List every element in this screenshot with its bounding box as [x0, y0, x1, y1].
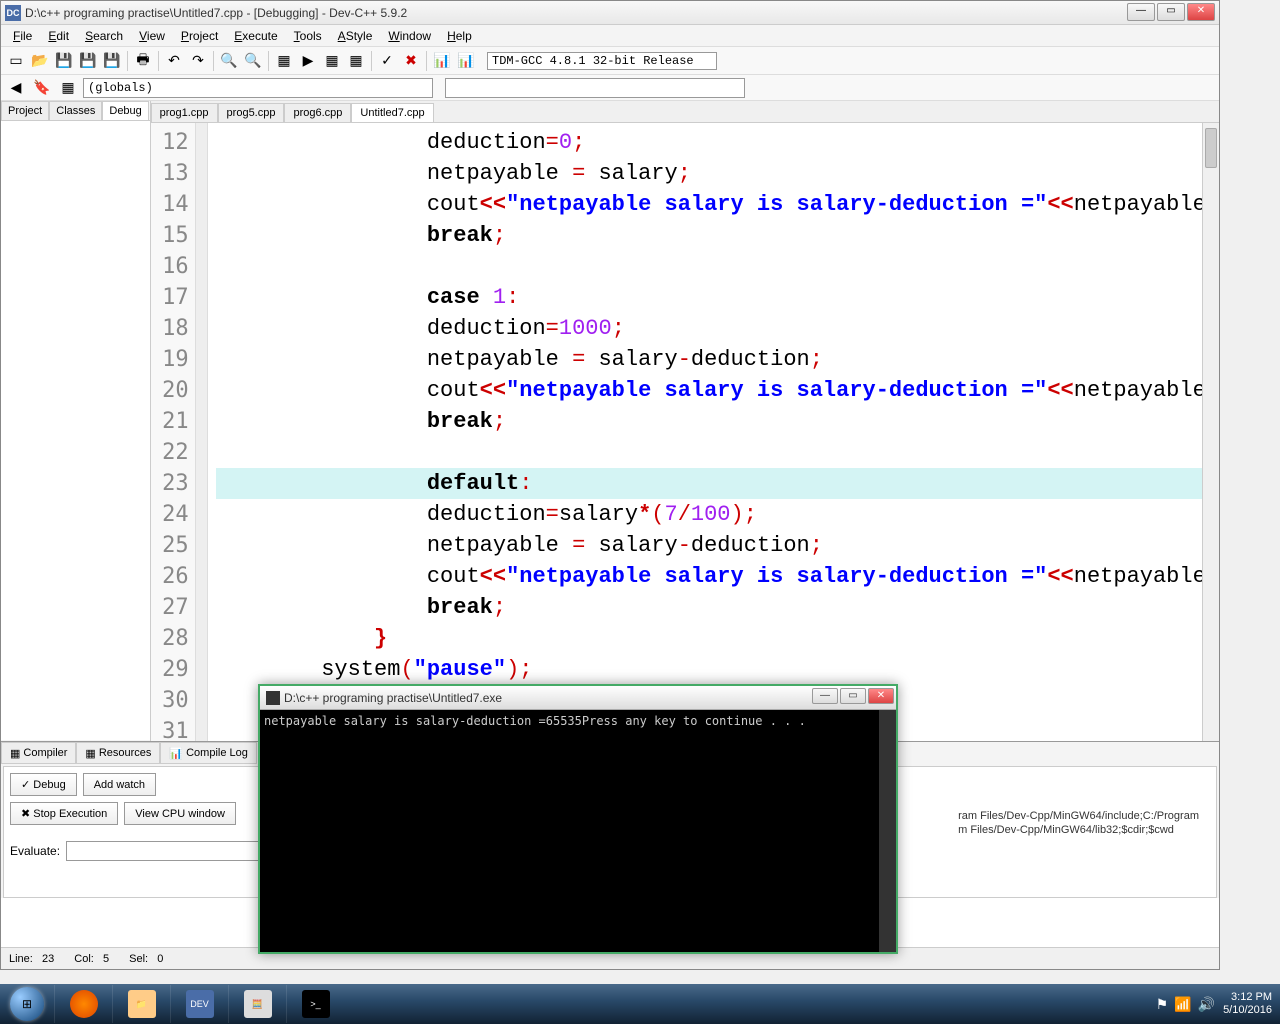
console-window[interactable]: D:\c++ programing practise\Untitled7.exe…	[258, 684, 898, 954]
filetab-prog1-cpp[interactable]: prog1.cpp	[151, 103, 218, 122]
goto-icon[interactable]: ▦	[57, 77, 79, 99]
system-tray[interactable]: ⚑ 📶 🔊 3:12 PM 5/10/2016	[1156, 991, 1280, 1017]
open-icon[interactable]: 📂	[29, 50, 51, 72]
replace-icon[interactable]: 🔍	[242, 50, 264, 72]
menu-astyle[interactable]: AStyle	[330, 27, 381, 45]
menu-search[interactable]: Search	[77, 27, 131, 45]
new-file-icon[interactable]: ▭	[5, 50, 27, 72]
sidetab-project[interactable]: Project	[1, 101, 49, 120]
app-icon: DC	[5, 5, 21, 21]
debug-add-watch[interactable]: Add watch	[83, 773, 156, 796]
save-as-icon[interactable]: 💾	[101, 50, 123, 72]
log-text: ram Files/Dev-Cpp/MinGW64/include;C:/Pro…	[958, 809, 1199, 837]
task-explorer[interactable]: 📁	[112, 985, 170, 1023]
bookmark-icon[interactable]: 🔖	[31, 77, 53, 99]
compile-icon[interactable]: ▦	[273, 50, 295, 72]
profile-icon[interactable]: 📊	[431, 50, 453, 72]
debug---debug[interactable]: ✓ Debug	[10, 773, 77, 796]
console-close-button[interactable]: ✕	[868, 688, 894, 704]
editor-area: prog1.cppprog5.cppprog6.cppUntitled7.cpp…	[151, 101, 1219, 741]
close-button[interactable]: ✕	[1187, 3, 1215, 21]
toolbar-secondary: ◀ 🔖 ▦	[1, 75, 1219, 101]
scope-combo[interactable]	[83, 78, 433, 98]
run-icon[interactable]: ▶	[297, 50, 319, 72]
toolbar-main: ▭ 📂 💾 💾 💾 🖶 ↶ ↷ 🔍 🔍 ▦ ▶ ▦ ▦ ✓ ✖ 📊 📊	[1, 47, 1219, 75]
menu-tools[interactable]: Tools	[286, 27, 330, 45]
debug-icon[interactable]: ✓	[376, 50, 398, 72]
evaluate-input[interactable]	[66, 841, 266, 861]
sidetab-debug[interactable]: Debug	[102, 101, 148, 120]
menubar: FileEditSearchViewProjectExecuteToolsASt…	[1, 25, 1219, 47]
menu-edit[interactable]: Edit	[40, 27, 77, 45]
tray-flag-icon[interactable]: ⚑	[1156, 996, 1169, 1013]
task-calc[interactable]: 🧮	[228, 985, 286, 1023]
filetab-prog5-cpp[interactable]: prog5.cpp	[218, 103, 285, 122]
menu-help[interactable]: Help	[439, 27, 480, 45]
debug-view-cpu-window[interactable]: View CPU window	[124, 802, 236, 825]
bottomtab-compiler[interactable]: ▦Compiler	[1, 742, 76, 764]
vertical-scrollbar[interactable]	[1202, 123, 1219, 741]
menu-window[interactable]: Window	[380, 27, 439, 45]
compiler-select[interactable]	[487, 52, 717, 70]
profile2-icon[interactable]: 📊	[455, 50, 477, 72]
compile-run-icon[interactable]: ▦	[321, 50, 343, 72]
menu-project[interactable]: Project	[173, 27, 226, 45]
console-minimize-button[interactable]: —	[812, 688, 838, 704]
filetab-Untitled7-cpp[interactable]: Untitled7.cpp	[351, 103, 433, 122]
task-devcpp[interactable]: DEV	[170, 985, 228, 1023]
console-title-text: D:\c++ programing practise\Untitled7.exe	[284, 691, 502, 705]
line-gutter[interactable]: 1213141516171819202122232425262728293031	[151, 123, 196, 741]
function-combo[interactable]	[445, 78, 745, 98]
code-editor[interactable]: deduction=0; netpayable = salary; cout<<…	[208, 123, 1219, 741]
print-icon[interactable]: 🖶	[132, 50, 154, 72]
back-icon[interactable]: ◀	[5, 77, 27, 99]
save-icon[interactable]: 💾	[53, 50, 75, 72]
task-firefox[interactable]	[54, 985, 112, 1023]
stop-icon[interactable]: ✖	[400, 50, 422, 72]
menu-file[interactable]: File	[5, 27, 40, 45]
find-icon[interactable]: 🔍	[218, 50, 240, 72]
console-scrollbar[interactable]	[879, 710, 896, 952]
menu-view[interactable]: View	[131, 27, 173, 45]
bottomtab-compile-log[interactable]: 📊Compile Log	[160, 742, 256, 764]
filetab-prog6-cpp[interactable]: prog6.cpp	[284, 103, 351, 122]
undo-icon[interactable]: ↶	[163, 50, 185, 72]
console-icon	[266, 691, 280, 705]
console-output[interactable]: netpayable salary is salary-deduction =6…	[260, 710, 896, 952]
breakpoint-gutter[interactable]	[196, 123, 208, 741]
sidetab-classes[interactable]: Classes	[49, 101, 102, 120]
debug---stop-execution[interactable]: ✖ Stop Execution	[10, 802, 118, 825]
menu-execute[interactable]: Execute	[226, 27, 285, 45]
save-all-icon[interactable]: 💾	[77, 50, 99, 72]
redo-icon[interactable]: ↷	[187, 50, 209, 72]
start-button[interactable]: ⊞	[0, 984, 54, 1024]
titlebar[interactable]: DC D:\c++ programing practise\Untitled7.…	[1, 1, 1219, 25]
console-titlebar[interactable]: D:\c++ programing practise\Untitled7.exe…	[260, 686, 896, 710]
evaluate-label: Evaluate:	[10, 844, 60, 858]
task-console[interactable]: >_	[286, 985, 344, 1023]
side-panel: ProjectClassesDebug	[1, 101, 151, 741]
taskbar: ⊞ 📁 DEV 🧮 >_ ⚑ 📶 🔊 3:12 PM 5/10/2016	[0, 984, 1280, 1024]
tray-clock[interactable]: 3:12 PM 5/10/2016	[1223, 991, 1272, 1017]
console-maximize-button[interactable]: ▭	[840, 688, 866, 704]
side-panel-content[interactable]	[1, 120, 150, 740]
minimize-button[interactable]: —	[1127, 3, 1155, 21]
rebuild-icon[interactable]: ▦	[345, 50, 367, 72]
bottomtab-resources[interactable]: ▦Resources	[76, 742, 160, 764]
tray-network-icon[interactable]: 📶	[1174, 996, 1191, 1013]
window-title: D:\c++ programing practise\Untitled7.cpp…	[25, 6, 1215, 20]
tray-volume-icon[interactable]: 🔊	[1198, 996, 1215, 1013]
maximize-button[interactable]: ▭	[1157, 3, 1185, 21]
